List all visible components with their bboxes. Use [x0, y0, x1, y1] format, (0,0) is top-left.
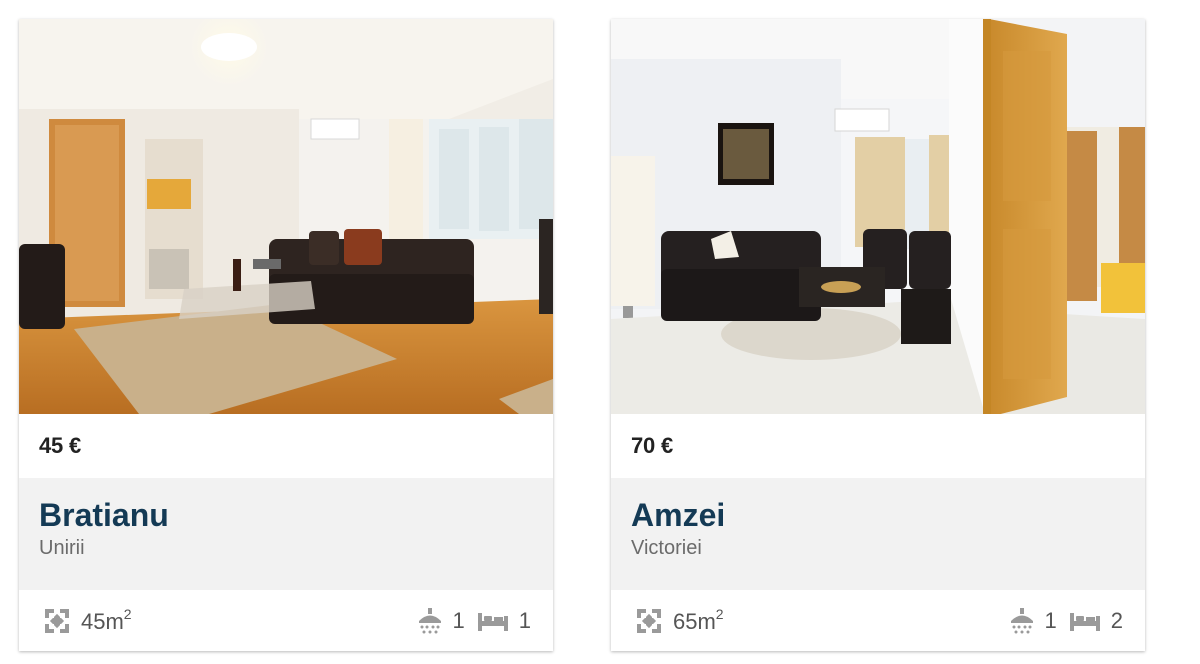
bed-icon: [477, 610, 509, 632]
bedroom-count: 1: [518, 607, 531, 633]
listing-info: Bratianu Unirii: [19, 478, 553, 590]
listing-card[interactable]: 45 € Bratianu Unirii 45m2 1 1: [19, 19, 553, 651]
listing-meta: 45m2 1 1: [19, 590, 553, 651]
shower-icon: [1009, 607, 1035, 635]
price-row: 70 €: [611, 414, 1145, 478]
apartment-photo-image: [19, 19, 553, 414]
expand-arrows-icon: [635, 607, 663, 635]
bathroom-count: 1: [1044, 607, 1057, 633]
listing-area: Victoriei: [631, 537, 702, 559]
bed-icon: [1069, 610, 1101, 632]
size-value: 45m2: [81, 606, 132, 634]
listing-area: Unirii: [39, 537, 85, 559]
size-value: 65m2: [673, 606, 724, 634]
listing-meta: 65m2 1 2: [611, 590, 1145, 651]
listing-card[interactable]: 70 € Amzei Victoriei 65m2 1 2: [611, 19, 1145, 651]
bedroom-count: 2: [1110, 607, 1123, 633]
listings-grid: 45 € Bratianu Unirii 45m2 1 1 70 € Amzei…: [0, 0, 1200, 664]
listing-title[interactable]: Bratianu: [39, 497, 553, 533]
listing-photo[interactable]: [611, 19, 1145, 414]
shower-icon: [417, 607, 443, 635]
listing-price: 70 €: [631, 433, 674, 458]
listing-price: 45 €: [39, 433, 82, 458]
listing-info: Amzei Victoriei: [611, 478, 1145, 590]
listing-photo[interactable]: [19, 19, 553, 414]
listing-title[interactable]: Amzei: [631, 497, 1145, 533]
expand-arrows-icon: [43, 607, 71, 635]
apartment-photo-image: [611, 19, 1145, 414]
price-row: 45 €: [19, 414, 553, 478]
bathroom-count: 1: [452, 607, 465, 633]
